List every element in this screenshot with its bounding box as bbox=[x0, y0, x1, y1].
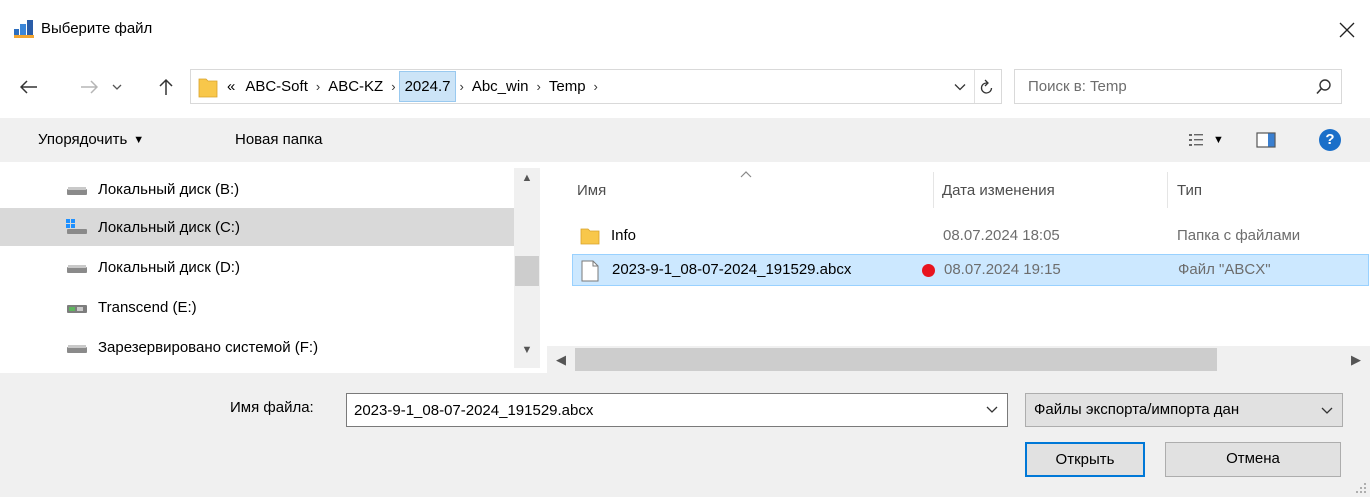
window-title: Выберите файл bbox=[41, 20, 153, 37]
recent-locations-button[interactable] bbox=[105, 74, 129, 100]
forward-button[interactable] bbox=[77, 74, 101, 100]
search-box[interactable] bbox=[1014, 69, 1342, 104]
sidebar-item-label: Зарезервировано системой (F:) bbox=[98, 338, 319, 356]
file-type: Папка с файлами bbox=[1177, 227, 1301, 244]
breadcrumb: « ABC-Soft › ABC-KZ › 2024.7 › Abc_win ›… bbox=[222, 70, 601, 103]
view-dropdown-arrow-icon[interactable]: ▼ bbox=[1213, 132, 1224, 148]
file-icon bbox=[581, 260, 599, 282]
filetype-value: Файлы экспорта/импорта дан bbox=[1034, 401, 1240, 418]
file-date: 08.07.2024 18:05 bbox=[943, 227, 1060, 244]
chevron-down-icon bbox=[1321, 407, 1333, 414]
address-history-dropdown[interactable] bbox=[949, 70, 971, 103]
filename-combobox[interactable] bbox=[346, 393, 1008, 427]
sidebar-item-drive-b[interactable]: Локальный диск (B:) bbox=[0, 170, 514, 208]
view-options-icon[interactable] bbox=[1188, 132, 1204, 148]
breadcrumb-separator[interactable]: › bbox=[534, 79, 544, 94]
breadcrumb-item[interactable]: Temp bbox=[544, 70, 591, 103]
breadcrumb-item[interactable]: ABC-KZ bbox=[323, 70, 388, 103]
file-type: Файл "ABCX" bbox=[1178, 261, 1271, 278]
dialog-footer: Имя файла: Файлы экспорта/импорта дан От… bbox=[0, 373, 1370, 497]
breadcrumb-overflow[interactable]: « bbox=[222, 70, 240, 103]
scroll-down-icon[interactable]: ▼ bbox=[514, 344, 540, 362]
file-date: 08.07.2024 19:15 bbox=[944, 261, 1061, 278]
dropdown-arrow-icon: ▼ bbox=[133, 134, 145, 146]
sidebar-item-label: Локальный диск (D:) bbox=[98, 258, 240, 276]
scroll-up-icon[interactable]: ▲ bbox=[514, 172, 540, 190]
scrollbar-thumb[interactable] bbox=[575, 348, 1217, 371]
app-icon bbox=[14, 20, 34, 38]
search-input[interactable] bbox=[1016, 71, 1306, 102]
column-header-type[interactable]: Тип bbox=[1177, 178, 1202, 204]
navigation-pane-scrollbar[interactable]: ▲ ▼ bbox=[514, 168, 540, 368]
filename-label: Имя файла: bbox=[230, 399, 314, 416]
resize-grip-icon[interactable] bbox=[1355, 482, 1367, 494]
chevron-down-icon[interactable] bbox=[985, 402, 999, 416]
command-toolbar: Упорядочить ▼ Новая папка ▼ ? bbox=[0, 118, 1370, 162]
scroll-right-icon[interactable]: ▶ bbox=[1346, 346, 1366, 373]
scroll-left-icon[interactable]: ◀ bbox=[551, 346, 571, 373]
sidebar-item-label: Transcend (E:) bbox=[98, 298, 197, 316]
scrollbar-thumb[interactable] bbox=[515, 256, 539, 286]
windows-drive-icon bbox=[66, 219, 87, 234]
file-row-selected[interactable]: 2023-9-1_08-07-2024_191529.abcx 08.07.20… bbox=[572, 254, 1369, 286]
sidebar-item-label: Локальный диск (C:) bbox=[98, 218, 240, 236]
navigation-pane: Локальный диск (B:) Локальный диск (C:) … bbox=[0, 168, 540, 368]
file-open-dialog: Выберите файл « ABC-Soft › ABC-KZ › 2024… bbox=[0, 0, 1370, 497]
navigation-bar: « ABC-Soft › ABC-KZ › 2024.7 › Abc_win ›… bbox=[0, 68, 1370, 106]
sidebar-item-label: Локальный диск (B:) bbox=[98, 180, 240, 198]
breadcrumb-item[interactable]: Abc_win bbox=[467, 70, 534, 103]
folder-icon bbox=[198, 78, 218, 98]
arrow-left-icon bbox=[20, 80, 37, 94]
sidebar-item-drive-d[interactable]: Локальный диск (D:) bbox=[0, 248, 514, 286]
preview-pane-icon[interactable] bbox=[1256, 131, 1276, 149]
breadcrumb-separator[interactable]: › bbox=[388, 79, 398, 94]
file-list-horizontal-scrollbar[interactable]: ◀ ▶ bbox=[547, 346, 1370, 373]
cancel-button[interactable]: Отмена bbox=[1165, 442, 1341, 477]
drive-icon bbox=[67, 345, 87, 353]
breadcrumb-item-highlighted[interactable]: 2024.7 bbox=[398, 71, 457, 102]
filename-input[interactable] bbox=[347, 394, 977, 426]
address-bar[interactable]: « ABC-Soft › ABC-KZ › 2024.7 › Abc_win ›… bbox=[190, 69, 1002, 104]
back-button[interactable] bbox=[17, 74, 41, 100]
organize-label: Упорядочить bbox=[38, 131, 128, 148]
sort-ascending-icon bbox=[740, 171, 752, 178]
refresh-icon bbox=[980, 79, 993, 94]
chevron-down-icon bbox=[954, 83, 966, 90]
filetype-select[interactable]: Файлы экспорта/импорта дан bbox=[1025, 393, 1343, 427]
folder-icon bbox=[580, 228, 600, 245]
file-name: 2023-9-1_08-07-2024_191529.abcx bbox=[612, 261, 852, 278]
title-bar: Выберите файл bbox=[0, 0, 1370, 60]
open-button[interactable]: Открыть bbox=[1025, 442, 1145, 477]
sidebar-item-drive-e[interactable]: Transcend (E:) bbox=[0, 288, 514, 326]
column-divider[interactable] bbox=[1167, 172, 1168, 208]
sidebar-item-drive-f[interactable]: Зарезервировано системой (F:) bbox=[0, 328, 514, 366]
refresh-button[interactable] bbox=[974, 70, 999, 103]
close-icon bbox=[1339, 22, 1355, 38]
usb-drive-icon bbox=[67, 305, 87, 313]
sidebar-item-drive-c[interactable]: Локальный диск (C:) bbox=[0, 208, 514, 246]
breadcrumb-separator[interactable]: › bbox=[313, 79, 323, 94]
new-folder-label: Новая папка bbox=[235, 131, 323, 148]
arrow-right-icon bbox=[81, 80, 98, 94]
file-name: Info bbox=[611, 227, 637, 244]
file-list: Имя Дата изменения Тип Info 08.07.2024 1… bbox=[547, 168, 1370, 373]
close-button[interactable] bbox=[1324, 12, 1370, 48]
organize-menu-button[interactable]: Упорядочить ▼ bbox=[38, 118, 144, 162]
drive-icon bbox=[67, 265, 87, 273]
help-icon[interactable]: ? bbox=[1319, 129, 1341, 151]
column-header-date[interactable]: Дата изменения bbox=[942, 178, 1055, 204]
chevron-down-icon bbox=[112, 84, 122, 90]
breadcrumb-item[interactable]: ABC-Soft bbox=[240, 70, 313, 103]
column-header-name[interactable]: Имя bbox=[577, 178, 606, 204]
column-divider[interactable] bbox=[933, 172, 934, 208]
breadcrumb-separator[interactable]: › bbox=[456, 79, 466, 94]
file-row-folder[interactable]: Info 08.07.2024 18:05 Папка с файлами bbox=[572, 221, 1369, 253]
arrow-up-icon bbox=[159, 78, 173, 95]
drive-icon bbox=[67, 187, 87, 195]
breadcrumb-separator[interactable]: › bbox=[591, 79, 601, 94]
up-button[interactable] bbox=[154, 74, 178, 100]
search-icon[interactable] bbox=[1315, 78, 1333, 96]
new-folder-button[interactable]: Новая папка bbox=[235, 118, 322, 162]
red-marker-dot bbox=[922, 264, 935, 277]
